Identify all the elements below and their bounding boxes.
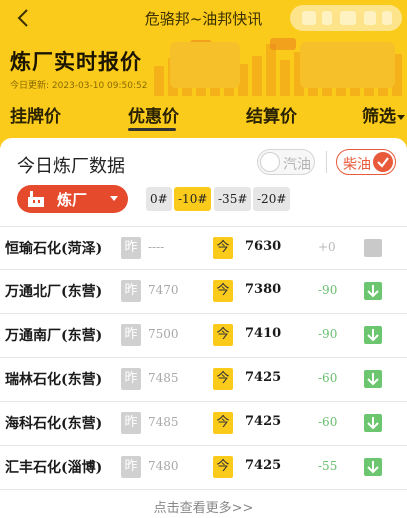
gasoline-label: 汽油 bbox=[283, 157, 311, 173]
tab-settlement-price[interactable]: 结算价 bbox=[246, 102, 297, 127]
top-bar: 危骆邦~油邦快讯 bbox=[0, 0, 407, 36]
table-row[interactable]: 恒瑜石化(菏泽) 昨 ---- 今 7630 +0 bbox=[0, 226, 407, 270]
yesterday-badge: 昨 bbox=[121, 456, 141, 478]
refinery-name: 汇丰石化(淄博) bbox=[5, 460, 103, 476]
yesterday-price: 7485 bbox=[148, 371, 179, 385]
page-title: 炼厂实时报价 bbox=[10, 50, 142, 74]
table-row[interactable]: 瑞林石化(东营) 昨 7485 今 7425 -60 bbox=[0, 358, 407, 402]
refinery-name: 万通南厂(东营) bbox=[5, 328, 103, 344]
refinery-name: 海科石化(东营) bbox=[5, 416, 103, 432]
panel-title: 今日炼厂数据 bbox=[17, 156, 125, 177]
refinery-panel: 今日炼厂数据 汽油 柴油 炼厂 0# -10# -35# -20# 恒瑜石化(菏… bbox=[0, 138, 407, 518]
diesel-toggle[interactable]: 柴油 bbox=[336, 149, 396, 175]
yesterday-price: 7480 bbox=[148, 459, 179, 473]
table-row[interactable]: 海科石化(东营) 昨 7485 今 7425 -60 bbox=[0, 402, 407, 446]
table-row[interactable]: 万通南厂(东营) 昨 7500 今 7410 -90 bbox=[0, 314, 407, 358]
divider bbox=[326, 151, 327, 173]
today-price: 7425 bbox=[245, 458, 282, 473]
yesterday-badge: 昨 bbox=[121, 280, 141, 302]
table-row[interactable]: 汇丰石化(淄博) 昨 7480 今 7425 -55 bbox=[0, 446, 407, 490]
diesel-label: 柴油 bbox=[343, 157, 371, 173]
refinery-dropdown[interactable]: 炼厂 bbox=[17, 185, 128, 213]
yesterday-badge: 昨 bbox=[121, 237, 141, 259]
yesterday-price: 7500 bbox=[148, 327, 179, 341]
update-time: 今日更新: 2023-03-10 09:50:52 bbox=[10, 81, 148, 91]
grade-minus-35[interactable]: -35# bbox=[214, 187, 252, 211]
toggle-knob bbox=[260, 152, 280, 172]
tab-filter[interactable]: 筛选 bbox=[362, 102, 405, 127]
factory-icon bbox=[28, 191, 44, 207]
price-change: -55 bbox=[318, 459, 338, 473]
today-badge: 今 bbox=[213, 412, 233, 434]
today-price: 7410 bbox=[245, 326, 282, 341]
down-arrow-icon bbox=[364, 370, 382, 388]
down-arrow-icon bbox=[364, 414, 382, 432]
refinery-label: 炼厂 bbox=[57, 191, 88, 209]
tab-listed-price[interactable]: 挂牌价 bbox=[10, 102, 61, 127]
grade-minus-20[interactable]: -20# bbox=[253, 187, 291, 211]
active-tab-indicator bbox=[128, 128, 176, 131]
yesterday-badge: 昨 bbox=[121, 412, 141, 434]
down-arrow-icon bbox=[364, 458, 382, 476]
gasoline-toggle[interactable]: 汽油 bbox=[257, 149, 315, 175]
yesterday-price: ---- bbox=[148, 240, 165, 254]
chevron-down-icon bbox=[110, 196, 118, 201]
yesterday-price: 7485 bbox=[148, 415, 179, 429]
today-badge: 今 bbox=[213, 324, 233, 346]
yesterday-price: 7470 bbox=[148, 283, 179, 297]
today-price: 7630 bbox=[245, 239, 282, 254]
caret-down-icon bbox=[397, 114, 405, 120]
view-more-link[interactable]: 点击查看更多>> bbox=[0, 497, 407, 516]
price-change: -60 bbox=[318, 415, 338, 429]
price-change: -90 bbox=[318, 327, 338, 341]
today-price: 7380 bbox=[245, 282, 282, 297]
today-badge: 今 bbox=[213, 237, 233, 259]
today-badge: 今 bbox=[213, 368, 233, 390]
check-icon bbox=[373, 152, 393, 172]
today-price: 7425 bbox=[245, 370, 282, 385]
refinery-name: 瑞林石化(东营) bbox=[5, 372, 103, 388]
header: 危骆邦~油邦快讯 炼厂实时报价 今日更新: 2023-03-10 09:50:5… bbox=[0, 0, 407, 148]
grade-minus-10[interactable]: -10# bbox=[174, 187, 212, 211]
price-list: 恒瑜石化(菏泽) 昨 ---- 今 7630 +0 万通北厂(东营) 昨 747… bbox=[0, 226, 407, 490]
today-price: 7425 bbox=[245, 414, 282, 429]
today-badge: 今 bbox=[213, 456, 233, 478]
flat-trend-icon bbox=[364, 239, 382, 257]
blurred-menu[interactable] bbox=[290, 5, 402, 31]
tab-discount-price[interactable]: 优惠价 bbox=[128, 102, 179, 127]
header-blur bbox=[300, 42, 395, 88]
yesterday-badge: 昨 bbox=[121, 324, 141, 346]
grade-0[interactable]: 0# bbox=[146, 187, 172, 211]
refinery-name: 恒瑜石化(菏泽) bbox=[5, 241, 103, 257]
header-blur bbox=[170, 42, 240, 88]
today-badge: 今 bbox=[213, 280, 233, 302]
down-arrow-icon bbox=[364, 326, 382, 344]
table-row[interactable]: 万通北厂(东营) 昨 7470 今 7380 -90 bbox=[0, 270, 407, 314]
price-tabs: 挂牌价 优惠价 结算价 筛选 bbox=[0, 98, 407, 134]
down-arrow-icon bbox=[364, 282, 382, 300]
price-change: -60 bbox=[318, 371, 338, 385]
price-change: +0 bbox=[318, 240, 336, 254]
yesterday-badge: 昨 bbox=[121, 368, 141, 390]
refinery-name: 万通北厂(东营) bbox=[5, 284, 103, 300]
price-change: -90 bbox=[318, 283, 338, 297]
filter-label: 筛选 bbox=[362, 107, 396, 127]
